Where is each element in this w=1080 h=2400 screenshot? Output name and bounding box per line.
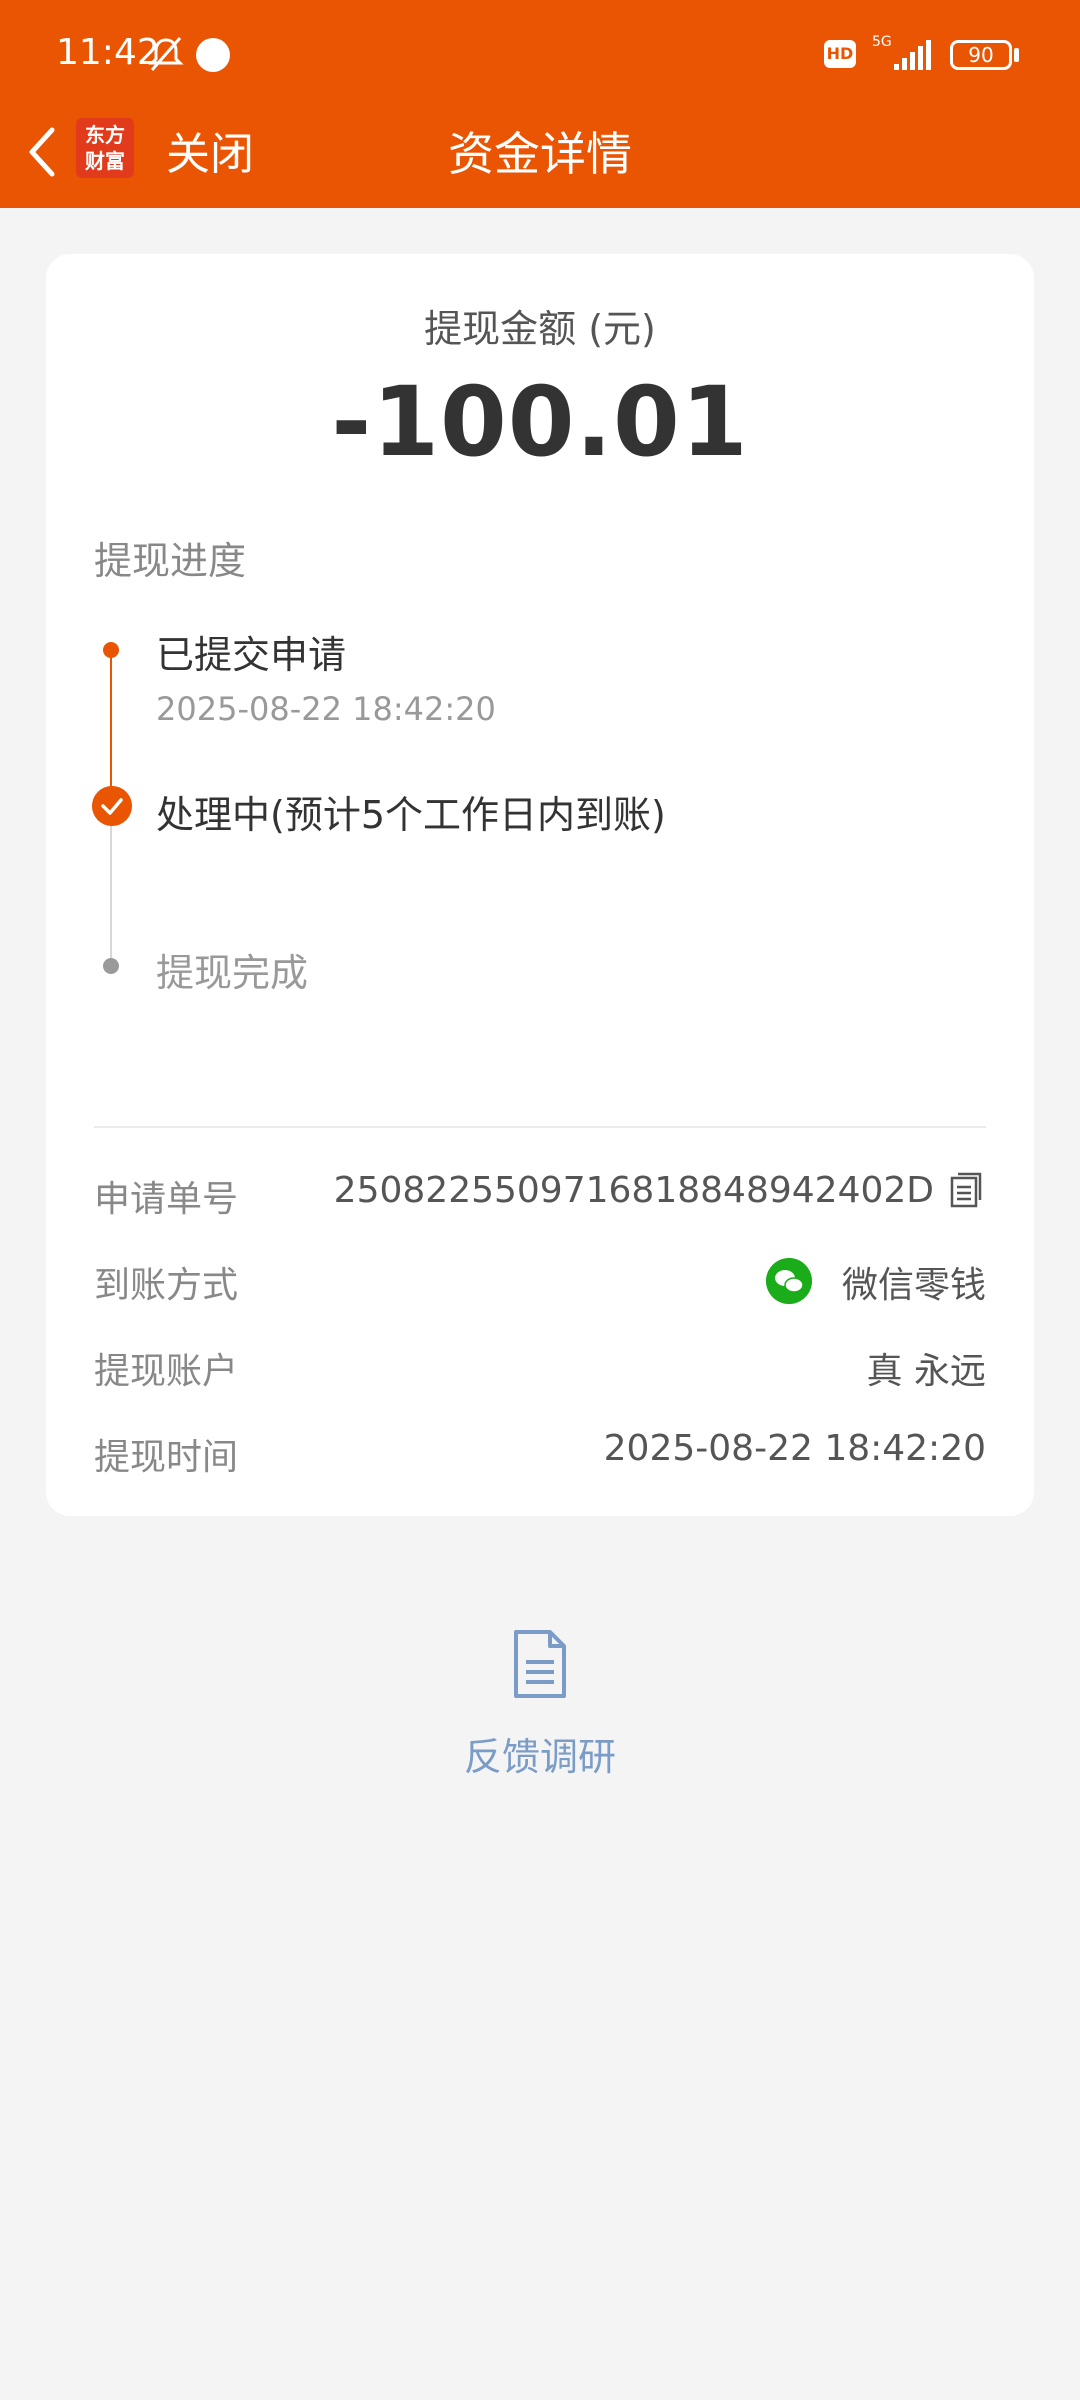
step-processing: 处理中(预计5个工作日内到账) — [156, 793, 666, 837]
document-icon — [514, 1630, 566, 1698]
battery-indicator: 90 — [950, 40, 1012, 70]
step-submitted-time: 2025-08-22 18:42:20 — [156, 690, 496, 728]
wechat-icon — [766, 1258, 812, 1304]
info-label: 到账方式 — [94, 1265, 239, 1306]
info-row-time: 提现时间 2025-08-22 18:42:20 — [94, 1420, 986, 1480]
info-label: 提现时间 — [94, 1437, 239, 1478]
payout-method-value: 微信零钱 — [841, 1265, 986, 1306]
hd-badge: HD — [824, 40, 856, 68]
info-label: 申请单号 — [94, 1179, 239, 1220]
status-time: 11:42 — [56, 32, 160, 73]
divider — [94, 1126, 986, 1128]
network-label: 5G — [872, 34, 892, 50]
order-number-value: 2508225509716818848942402D — [333, 1170, 934, 1211]
signal-icon: 5G — [870, 34, 940, 74]
progress-title: 提现进度 — [94, 539, 247, 583]
withdraw-time-value: 2025-08-22 18:42:20 — [603, 1428, 986, 1469]
feedback-survey-button[interactable]: 反馈调研 — [0, 1628, 1080, 1788]
feedback-label: 反馈调研 — [463, 1735, 616, 1779]
status-bar: 11:42 HD 5G 90 — [0, 0, 1080, 108]
header: 11:42 HD 5G 90 东方 财富 关闭 资金详情 — [0, 0, 1080, 208]
info-row-order-number: 申请单号 2508225509716818848942402D — [94, 1162, 986, 1222]
app-notification-icon — [196, 38, 230, 72]
info-row-account: 提现账户 真 永远 — [94, 1334, 986, 1394]
account-value: 真 永远 — [866, 1351, 986, 1392]
amount-label: 提现金额 (元) — [424, 307, 656, 351]
bell-off-icon — [148, 37, 184, 71]
nav-bar: 东方 财富 关闭 资金详情 — [0, 108, 1080, 208]
step-dot-done — [103, 642, 119, 658]
info-label: 提现账户 — [94, 1351, 239, 1392]
withdrawal-detail-card: 提现金额 (元) -100.01 提现进度 已提交申请 2025-08-22 1… — [46, 254, 1034, 1516]
copy-icon[interactable] — [946, 1170, 986, 1210]
info-row-payout-method: 到账方式 微信零钱 — [94, 1248, 986, 1308]
timeline-line-pending — [110, 814, 112, 974]
step-completed: 提现完成 — [156, 951, 309, 995]
check-icon — [92, 786, 132, 826]
battery-tip — [1014, 48, 1019, 62]
page-title: 资金详情 — [448, 127, 632, 181]
step-dot-pending — [103, 958, 119, 974]
amount-value: -100.01 — [331, 366, 749, 478]
step-submitted: 已提交申请 — [156, 633, 347, 677]
